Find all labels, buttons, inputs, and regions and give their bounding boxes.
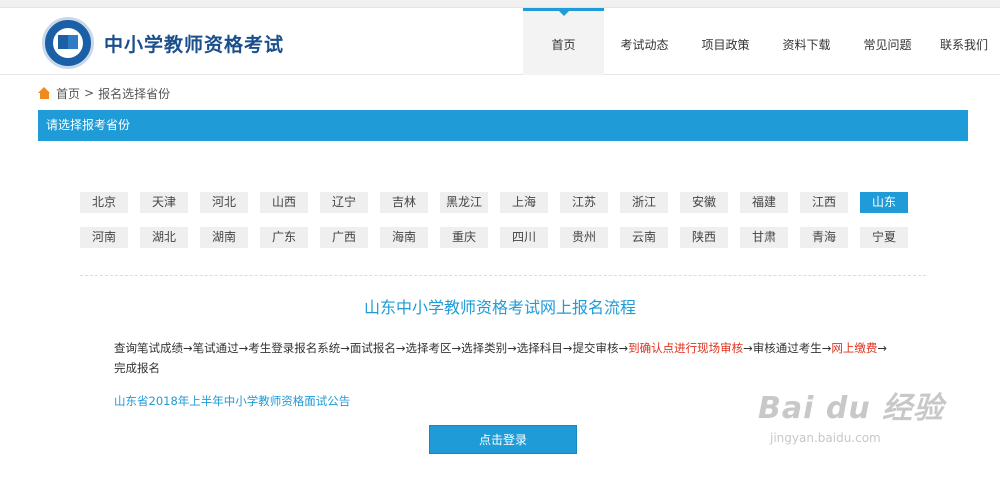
province-button[interactable]: 黑龙江 <box>440 192 488 213</box>
watermark-url: jingyan.baidu.com <box>770 431 881 445</box>
province-button[interactable]: 辽宁 <box>320 192 368 213</box>
province-button[interactable]: 安徽 <box>680 192 728 213</box>
login-button[interactable]: 点击登录 <box>429 425 577 454</box>
province-button[interactable]: 上海 <box>500 192 548 213</box>
province-button[interactable]: 四川 <box>500 227 548 248</box>
logo-book-icon <box>58 35 78 49</box>
main-nav: 首页 考试动态 项目政策 资料下载 常见问题 联系我们 <box>523 8 1000 75</box>
breadcrumb-current: 报名选择省份 <box>98 86 171 101</box>
province-button[interactable]: 山西 <box>260 192 308 213</box>
province-button[interactable]: 河南 <box>80 227 128 248</box>
province-button[interactable]: 浙江 <box>620 192 668 213</box>
home-icon <box>38 87 51 99</box>
section-divider <box>80 275 926 276</box>
nav-downloads[interactable]: 资料下载 <box>766 8 847 75</box>
province-button[interactable]: 广东 <box>260 227 308 248</box>
province-button[interactable]: 贵州 <box>560 227 608 248</box>
flow-title: 山东中小学教师资格考试网上报名流程 <box>363 298 636 317</box>
flow-steps-online-payment: 网上缴费 <box>831 341 878 355</box>
province-button[interactable]: 广西 <box>320 227 368 248</box>
flow-steps: 查询笔试成绩→笔试通过→考生登录报名系统→面试报名→选择考区→选择类别→选择科目… <box>114 338 894 378</box>
province-button[interactable]: 天津 <box>140 192 188 213</box>
province-button[interactable]: 吉林 <box>380 192 428 213</box>
flow-steps-onsite-review: 到确认点进行现场审核 <box>628 341 744 355</box>
nav-policy[interactable]: 项目政策 <box>685 8 766 75</box>
province-button[interactable]: 河北 <box>200 192 248 213</box>
province-button[interactable]: 北京 <box>80 192 128 213</box>
nav-faq[interactable]: 常见问题 <box>847 8 928 75</box>
province-button[interactable]: 重庆 <box>440 227 488 248</box>
province-button[interactable]: 宁夏 <box>860 227 908 248</box>
breadcrumb: 首页 > 报名选择省份 <box>38 85 170 101</box>
province-grid: 北京 天津 河北 山西 辽宁 吉林 黑龙江 上海 江苏 浙江 安徽 福建 江西 … <box>80 192 920 262</box>
flow-steps-part3: →审核通过考生→ <box>743 341 832 355</box>
province-button[interactable]: 福建 <box>740 192 788 213</box>
site-title[interactable]: 中小学教师资格考试 <box>104 30 284 57</box>
nav-exam-news[interactable]: 考试动态 <box>604 8 685 75</box>
province-button[interactable]: 云南 <box>620 227 668 248</box>
province-section-title: 请选择报考省份 <box>38 110 968 141</box>
province-button[interactable]: 陕西 <box>680 227 728 248</box>
nav-home[interactable]: 首页 <box>523 8 604 75</box>
nav-contact[interactable]: 联系我们 <box>928 8 1000 75</box>
province-button-selected[interactable]: 山东 <box>860 192 908 213</box>
site-logo-icon[interactable] <box>42 17 94 69</box>
flow-steps-part1: 查询笔试成绩→笔试通过→考生登录报名系统→面试报名→选择考区→选择类别→选择科目… <box>114 341 629 355</box>
watermark-logo: Bai du 经验 <box>758 391 945 426</box>
baidu-watermark: Bai du 经验 jingyan.baidu.com <box>758 383 958 463</box>
province-row-2: 河南 湖北 湖南 广东 广西 海南 重庆 四川 贵州 云南 陕西 甘肃 青海 宁… <box>80 227 920 249</box>
interview-notice-link[interactable]: 山东省2018年上半年中小学教师资格面试公告 <box>114 393 350 409</box>
province-button[interactable]: 江苏 <box>560 192 608 213</box>
site-header: 中小学教师资格考试 首页 考试动态 项目政策 资料下载 常见问题 联系我们 <box>0 8 1000 75</box>
top-gray-strip <box>0 0 1000 8</box>
province-row-1: 北京 天津 河北 山西 辽宁 吉林 黑龙江 上海 江苏 浙江 安徽 福建 江西 … <box>80 192 920 214</box>
breadcrumb-separator: > <box>84 86 95 100</box>
province-button[interactable]: 甘肃 <box>740 227 788 248</box>
province-button[interactable]: 湖北 <box>140 227 188 248</box>
province-button[interactable]: 海南 <box>380 227 428 248</box>
province-button[interactable]: 湖南 <box>200 227 248 248</box>
province-button[interactable]: 江西 <box>800 192 848 213</box>
breadcrumb-home-link[interactable]: 首页 <box>56 85 80 102</box>
province-button[interactable]: 青海 <box>800 227 848 248</box>
